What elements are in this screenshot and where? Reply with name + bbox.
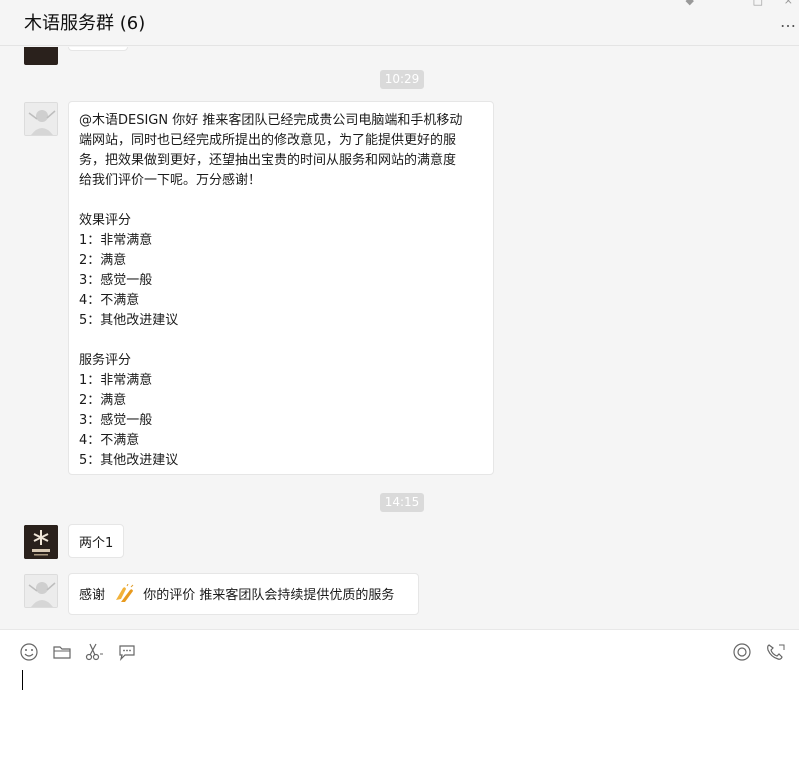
brand-logo-icon [24,525,58,559]
clap-emoji-icon [116,583,134,602]
emoji-icon[interactable] [19,642,39,662]
message-line: 4：不满意 [79,433,140,448]
message-text-start: 感谢 [79,588,106,603]
more-options-button[interactable]: … [780,12,797,31]
message-text: 两个1 [79,536,114,551]
folder-icon[interactable] [52,642,72,662]
message-text: 感谢 你的评价 推来客团队会持续提供优质的服务 [79,583,408,606]
message-line: 效果评分 [79,213,132,228]
avatar-photo-icon [25,575,57,607]
message-line: 1：非常满意 [79,233,153,248]
pin-icon[interactable]: ◆ [686,0,694,7]
maximize-icon[interactable]: □ [753,0,763,7]
message-line: 4：不满意 [79,293,140,308]
text-cursor [22,670,23,690]
message-line: 3：感觉一般 [79,413,153,428]
message-line: 端网站，同时也已经完成所提出的修改意见，为了能提供更好的服 [79,133,457,148]
call-icon[interactable] [765,642,785,662]
avatar[interactable] [24,47,58,65]
message-line [79,331,483,351]
avatar[interactable] [24,525,58,559]
avatar[interactable] [24,102,58,136]
close-icon[interactable]: × [784,0,793,7]
message-line: 3：感觉一般 [79,273,153,288]
message-line [79,191,483,211]
screen-share-icon[interactable] [732,642,752,662]
message-bubble: 两个1 [68,524,124,558]
message-line: 服务评分 [79,353,132,368]
message-composer[interactable] [0,629,799,768]
message-line: 务，把效果做到更好，还望抽出宝贵的时间从服务和网站的满意度 [79,153,457,168]
message-line: 1：非常满意 [79,373,153,388]
avatar-photo-icon [25,103,57,135]
message-line: @木语DESIGN 你好 推来客团队已经完成贵公司电脑端和手机移动 [79,113,463,128]
chat-title: 木语服务群 (6) [24,13,146,34]
message-line: 2：满意 [79,393,127,408]
timestamp: 14:15 [380,493,424,512]
message-bubble: @木语DESIGN 你好 推来客团队已经完成贵公司电脑端和手机移动 端网站，同时… [68,101,494,475]
chat-header: 木语服务群 (6) ◆ □ × … [0,0,799,46]
message-bubble: 感谢 你的评价 推来客团队会持续提供优质的服务 [68,573,419,615]
message-line: 2：满意 [79,253,127,268]
avatar[interactable] [24,574,58,608]
message-list[interactable]: 10:29 @木语DESIGN 你好 推来客团队已经完成贵公司电脑端和手机移动 … [0,47,799,629]
message-line: 5：其他改进建议 [79,313,179,328]
message-bubble-partial [68,47,128,51]
message-line: 给我们评价一下呢。万分感谢！ [79,173,262,188]
message-line: 5：其他改进建议 [79,453,179,468]
timestamp: 10:29 [380,70,424,89]
scissors-icon[interactable] [84,642,104,662]
message-text-end: 你的评价 推来客团队会持续提供优质的服务 [143,588,395,603]
chat-bubble-icon[interactable] [117,642,137,662]
